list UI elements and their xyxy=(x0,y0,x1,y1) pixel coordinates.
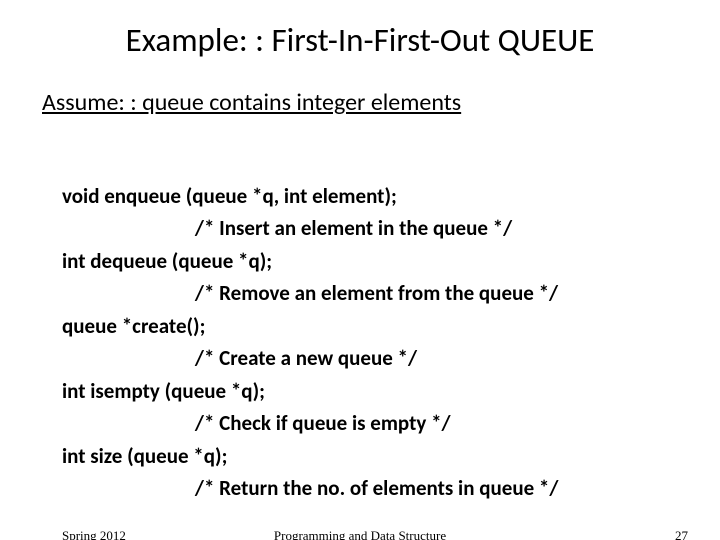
code-line: int isempty (queue *q); xyxy=(62,378,265,404)
code-block: void enqueue (queue *q, int element); /*… xyxy=(62,147,720,505)
code-comment: /* Check if queue is empty */ xyxy=(62,410,451,436)
code-line: void enqueue (queue *q, int element); xyxy=(62,183,397,209)
footer-page-number: 27 xyxy=(675,528,688,540)
footer-course: Programming and Data Structure xyxy=(0,528,720,540)
code-comment: /* Create a new queue */ xyxy=(62,345,417,371)
slide: Example: : First-In-First-Out QUEUE Assu… xyxy=(0,20,720,540)
code-line: queue *create(); xyxy=(62,313,205,339)
code-comment: /* Return the no. of elements in queue *… xyxy=(62,475,558,501)
slide-title: Example: : First-In-First-Out QUEUE xyxy=(0,20,720,60)
code-comment: /* Insert an element in the queue */ xyxy=(62,215,512,241)
assume-line: Assume: : queue contains integer element… xyxy=(42,88,720,117)
code-comment: /* Remove an element from the queue */ xyxy=(62,280,558,306)
code-line: int size (queue *q); xyxy=(62,443,227,469)
code-line: int dequeue (queue *q); xyxy=(62,248,272,274)
